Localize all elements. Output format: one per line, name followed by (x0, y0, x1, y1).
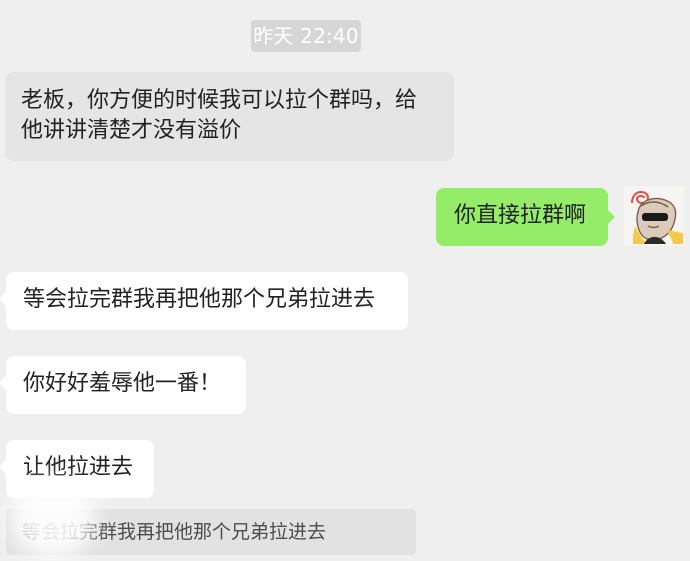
message-bubble-incoming: 你好好羞辱他一番！ (0, 356, 246, 414)
cartoon-avatar-icon[interactable] (624, 186, 684, 246)
message-text: 等会拉完群我再把他那个兄弟拉进去 (23, 287, 376, 312)
message-input-text: 等会拉完群我再把他那个兄弟拉进去 (22, 521, 327, 543)
message-input[interactable]: 等会拉完群我再把他那个兄弟拉进去 (6, 509, 416, 555)
message-bubble-incoming: 让他拉进去 (0, 440, 154, 498)
timestamp: 昨天 22:40 (251, 20, 361, 52)
message-bubble-outgoing: 你直接拉群啊 (436, 188, 615, 246)
chat-area: 昨天 22:40 老板，你方便的时候我可以拉个群吗，给他讲讲清楚才没有溢价 你直… (0, 0, 690, 561)
message-text: 老板，你方便的时候我可以拉个群吗，给他讲讲清楚才没有溢价 (21, 88, 418, 143)
message-bubble-incoming: 等会拉完群我再把他那个兄弟拉进去 (0, 272, 408, 330)
message-text: 让他拉进去 (23, 455, 134, 480)
message-text: 你直接拉群啊 (454, 203, 587, 228)
message-text: 你好好羞辱他一番！ (23, 371, 222, 396)
message-bubble-incoming: 老板，你方便的时候我可以拉个群吗，给他讲讲清楚才没有溢价 (5, 72, 454, 161)
